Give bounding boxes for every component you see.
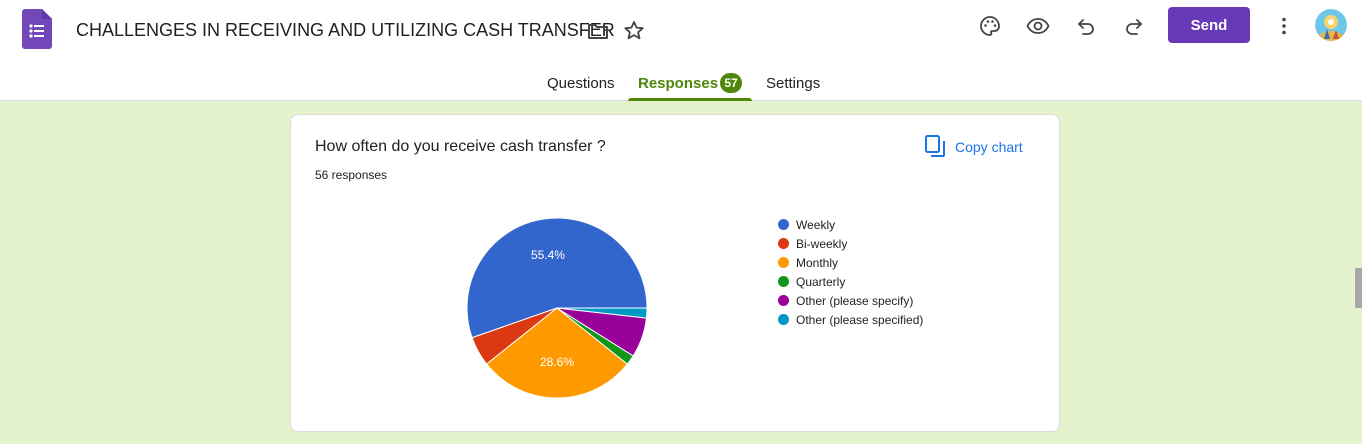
redo-icon[interactable]	[1120, 12, 1148, 40]
pie-chart: 55.4% 28.6%	[466, 217, 648, 399]
tab-responses[interactable]: Responses	[638, 75, 718, 92]
response-count: 56 responses	[315, 168, 388, 182]
forms-logo-icon[interactable]	[22, 9, 52, 49]
legend-item[interactable]: Bi-weekly	[778, 234, 923, 253]
responses-count-badge: 57	[720, 73, 742, 93]
eye-icon[interactable]	[1024, 12, 1052, 40]
top-bar: CHALLENGES IN RECEIVING AND UTILIZING CA…	[0, 0, 1362, 101]
palette-icon[interactable]	[976, 12, 1004, 40]
legend-swatch	[778, 238, 789, 249]
legend-swatch	[778, 219, 789, 230]
active-tab-indicator	[628, 98, 752, 101]
legend-label: Other (please specified)	[796, 312, 924, 327]
more-vert-icon[interactable]	[1270, 12, 1298, 40]
legend-label: Other (please specify)	[796, 293, 914, 308]
response-summary-card: How often do you receive cash transfer ?…	[290, 114, 1060, 432]
legend-item[interactable]: Weekly	[778, 215, 923, 234]
legend-swatch	[778, 314, 789, 325]
star-icon[interactable]	[622, 19, 646, 43]
tab-questions[interactable]: Questions	[547, 75, 615, 92]
scrollbar-thumb[interactable]	[1355, 268, 1362, 308]
legend-label: Monthly	[796, 255, 839, 270]
legend-item[interactable]: Other (please specified)	[778, 310, 923, 329]
legend-item[interactable]: Quarterly	[778, 272, 923, 291]
chart-legend: Weekly Bi-weekly Monthly Quarterly Other (pl…	[778, 215, 923, 329]
legend-item[interactable]: Other (please specify)	[778, 291, 923, 310]
legend-label: Weekly	[796, 217, 836, 232]
send-button[interactable]: Send	[1168, 7, 1250, 43]
undo-icon[interactable]	[1072, 12, 1100, 40]
copy-icon	[925, 134, 945, 160]
legend-label: Quarterly	[796, 274, 846, 289]
copy-chart-button[interactable]: Copy chart	[925, 133, 1023, 161]
pie-slice-label: 28.6%	[540, 355, 574, 369]
legend-label: Bi-weekly	[796, 236, 848, 251]
pie-slice-label: 55.4%	[531, 248, 565, 262]
tab-settings[interactable]: Settings	[766, 75, 820, 92]
form-title[interactable]: CHALLENGES IN RECEIVING AND UTILIZING CA…	[76, 20, 615, 41]
folder-icon[interactable]	[586, 19, 610, 43]
legend-item[interactable]: Monthly	[778, 253, 923, 272]
legend-swatch	[778, 257, 789, 268]
legend-swatch	[778, 295, 789, 306]
avatar[interactable]	[1315, 9, 1347, 41]
copy-chart-label: Copy chart	[955, 139, 1023, 155]
legend-swatch	[778, 276, 789, 287]
question-title: How often do you receive cash transfer ?	[315, 138, 606, 155]
